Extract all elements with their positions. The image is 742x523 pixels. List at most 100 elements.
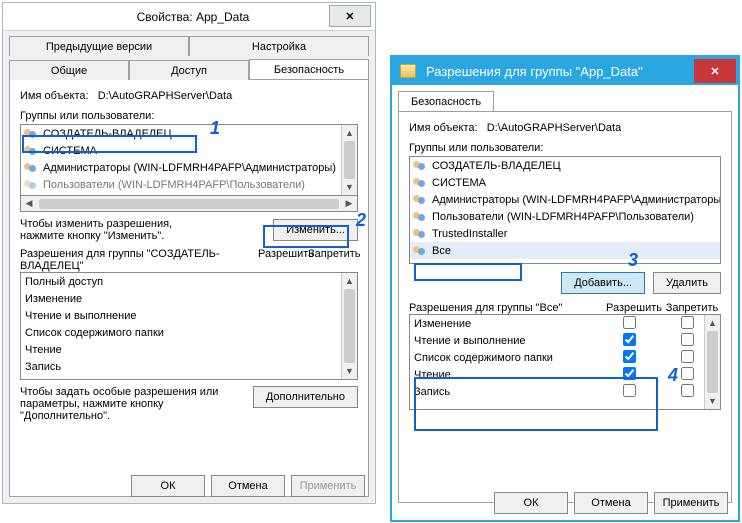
cancel-button[interactable]: Отмена: [574, 492, 648, 514]
permissions-listbox[interactable]: Полный доступ Изменение Чтение и выполне…: [20, 272, 358, 380]
allow-checkbox[interactable]: [623, 367, 636, 380]
tab-sharing[interactable]: Доступ: [129, 60, 249, 80]
vertical-scrollbar[interactable]: ▲▼: [341, 125, 357, 195]
list-item-selected[interactable]: Все: [410, 242, 720, 259]
groups-label: Группы или пользователи:: [20, 110, 358, 122]
callout-1: 1: [210, 118, 220, 139]
permission-row: Запись: [21, 358, 357, 375]
security-panel: Имя объекта: D:\AutoGRAPHServer\Data Гру…: [398, 111, 732, 503]
deny-checkbox[interactable]: [681, 384, 694, 397]
edit-button[interactable]: Изменить...: [273, 219, 358, 241]
list-item[interactable]: СОЗДАТЕЛЬ-ВЛАДЕЛЕЦ: [410, 157, 720, 174]
list-item[interactable]: СИСТЕМА: [21, 142, 357, 159]
list-item[interactable]: Пользователи (WIN-LDFMRH4PAFP\Пользовате…: [21, 176, 357, 193]
users-icon: [412, 244, 428, 258]
permissions-listbox[interactable]: Изменение Чтение и выполнение Список сод…: [409, 314, 721, 410]
object-name-label: Имя объекта:: [20, 90, 89, 102]
dialog-footer: ОК Отмена Применить: [3, 475, 375, 497]
deny-column-header: Запретить: [663, 302, 721, 314]
scroll-down-icon[interactable]: ▼: [342, 179, 357, 195]
change-permissions-text: Чтобы изменить разрешения, нажмите кнопк…: [20, 218, 200, 242]
scroll-up-icon[interactable]: ▲: [705, 315, 720, 331]
callout-2: 2: [356, 210, 366, 231]
allow-checkbox[interactable]: [623, 333, 636, 346]
ok-button[interactable]: ОК: [494, 492, 568, 514]
object-name-value: D:\AutoGRAPHServer\Data: [487, 122, 622, 134]
permission-row: Чтение и выполнение: [21, 307, 357, 324]
allow-checkbox[interactable]: [623, 316, 636, 329]
tab-previous-versions[interactable]: Предыдущие версии: [9, 36, 189, 56]
add-button[interactable]: Добавить...: [561, 272, 645, 294]
deny-column-header: Запретить: [308, 248, 358, 272]
deny-checkbox[interactable]: [681, 350, 694, 363]
tabs-row: Безопасность: [398, 91, 732, 111]
horizontal-scrollbar[interactable]: ◀▶: [20, 196, 358, 212]
users-icon: [23, 161, 39, 175]
titlebar[interactable]: Свойства: App_Data ✕: [3, 3, 375, 31]
scroll-left-icon[interactable]: ◀: [21, 198, 37, 209]
users-icon: [412, 159, 428, 173]
advanced-row: Чтобы задать особые разрешения или парам…: [20, 386, 358, 422]
scroll-right-icon[interactable]: ▶: [341, 198, 357, 209]
permission-row: Список содержимого папки: [410, 349, 720, 366]
list-item[interactable]: СИСТЕМА: [410, 174, 720, 191]
users-icon: [412, 210, 428, 224]
window-title: Свойства: App_Data: [11, 10, 375, 24]
users-icon: [23, 178, 39, 192]
tab-general[interactable]: Общие: [9, 60, 129, 80]
list-item[interactable]: СОЗДАТЕЛЬ-ВЛАДЕЛЕЦ: [21, 125, 357, 142]
list-item[interactable]: Администраторы (WIN-LDFMRH4PAFP\Админист…: [410, 191, 720, 208]
vertical-scrollbar[interactable]: ▲▼: [341, 273, 357, 379]
allow-checkbox[interactable]: [623, 384, 636, 397]
object-name-line: Имя объекта: D:\AutoGRAPHServer\Data: [20, 90, 358, 102]
remove-button[interactable]: Удалить: [653, 272, 721, 294]
permission-row: Чтение и выполнение: [410, 332, 720, 349]
list-item[interactable]: TrustedInstaller: [410, 225, 720, 242]
folder-icon: [400, 64, 416, 78]
list-item[interactable]: Пользователи (WIN-LDFMRH4PAFP\Пользовате…: [410, 208, 720, 225]
advanced-button[interactable]: Дополнительно: [253, 386, 358, 408]
groups-label: Группы или пользователи:: [409, 142, 721, 154]
scroll-up-icon[interactable]: ▲: [342, 125, 357, 141]
apply-button[interactable]: Применить: [654, 492, 728, 514]
scroll-down-icon[interactable]: ▼: [342, 363, 357, 379]
close-button[interactable]: ✕: [694, 59, 736, 83]
allow-column-header: Разрешить: [605, 302, 663, 314]
users-listbox[interactable]: СОЗДАТЕЛЬ-ВЛАДЕЛЕЦ СИСТЕМА Администратор…: [20, 124, 358, 196]
security-panel: Имя объекта: D:\AutoGRAPHServer\Data Гру…: [9, 79, 369, 497]
deny-checkbox[interactable]: [681, 333, 694, 346]
users-icon: [23, 127, 39, 141]
cancel-button[interactable]: Отмена: [211, 475, 285, 497]
scroll-thumb[interactable]: [344, 289, 355, 363]
permission-row: Изменение: [410, 315, 720, 332]
close-icon: ✕: [345, 10, 354, 23]
scroll-down-icon[interactable]: ▼: [705, 393, 720, 409]
titlebar[interactable]: Разрешения для группы "App_Data" ✕: [392, 57, 738, 85]
add-remove-row: Добавить... Удалить: [409, 272, 721, 294]
tabs-row-lower: Общие Доступ Безопасность: [9, 59, 369, 79]
users-icon: [412, 193, 428, 207]
deny-checkbox[interactable]: [681, 316, 694, 329]
window-title: Разрешения для группы "App_Data": [420, 64, 694, 79]
scroll-up-icon[interactable]: ▲: [342, 273, 357, 289]
users-listbox[interactable]: СОЗДАТЕЛЬ-ВЛАДЕЛЕЦ СИСТЕМА Администратор…: [409, 156, 721, 264]
ok-button[interactable]: ОК: [131, 475, 205, 497]
deny-checkbox[interactable]: [681, 367, 694, 380]
tab-security[interactable]: Безопасность: [249, 59, 369, 79]
scroll-thumb[interactable]: [707, 331, 718, 393]
scroll-thumb[interactable]: [344, 141, 355, 179]
callout-3: 3: [628, 250, 638, 271]
permission-row: Чтение: [21, 341, 357, 358]
close-icon: ✕: [710, 65, 719, 78]
scroll-thumb[interactable]: [39, 199, 339, 209]
apply-button[interactable]: Применить: [291, 475, 365, 497]
tab-customize[interactable]: Настройка: [189, 36, 369, 56]
tab-security[interactable]: Безопасность: [398, 91, 494, 111]
permission-row: Список содержимого папки: [21, 324, 357, 341]
permissions-window: Разрешения для группы "App_Data" ✕ Безоп…: [390, 55, 740, 522]
vertical-scrollbar[interactable]: ▲▼: [704, 315, 720, 409]
allow-checkbox[interactable]: [623, 350, 636, 363]
callout-4: 4: [668, 365, 678, 386]
list-item[interactable]: Администраторы (WIN-LDFMRH4PAFP\Админист…: [21, 159, 357, 176]
close-button[interactable]: ✕: [329, 5, 371, 27]
